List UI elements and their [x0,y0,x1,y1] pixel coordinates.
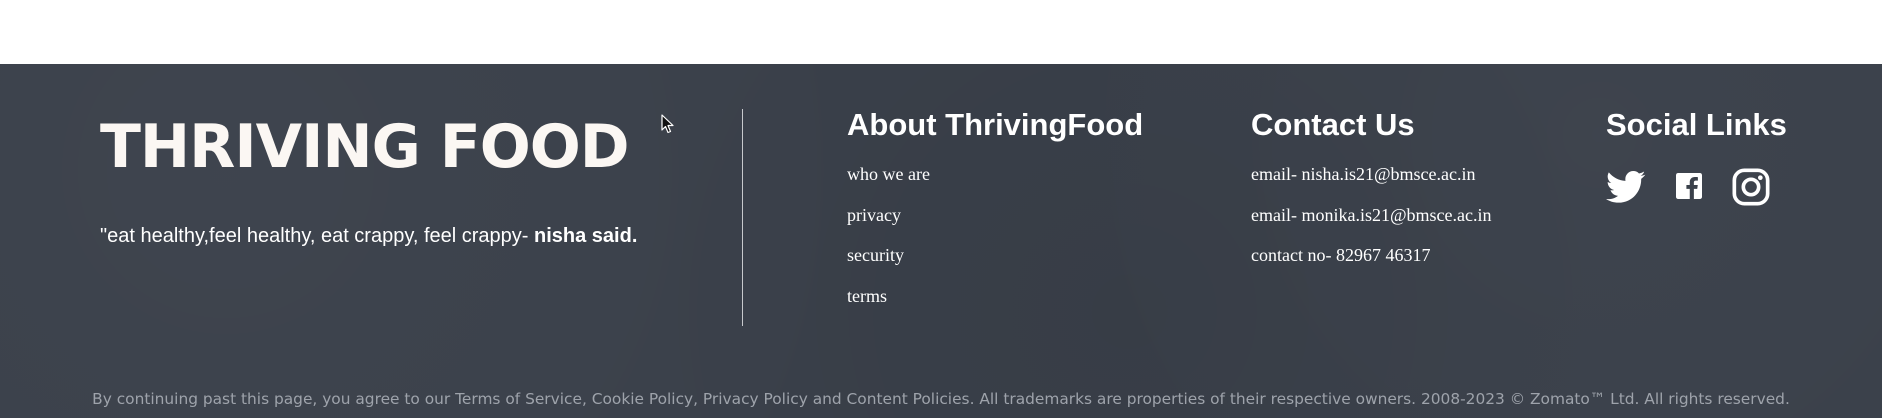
quote-author: nisha said. [534,225,638,247]
facebook-icon[interactable] [1676,173,1702,199]
link-security[interactable]: security [847,245,904,266]
brand-quote: "eat healthy,feel healthy, eat crappy, f… [100,225,637,248]
contact-phone: contact no- 82967 46317 [1251,245,1431,265]
contact-email-monika: email- monika.is21@bmsce.ac.in [1251,205,1492,225]
mouse-cursor-icon [661,114,674,134]
instagram-icon[interactable] [1731,167,1771,207]
quote-text: "eat healthy,feel healthy, eat crappy, f… [100,225,535,247]
link-terms[interactable]: terms [847,286,887,307]
legal-notice: By continuing past this page, you agree … [92,390,1790,408]
about-heading: About ThrivingFood [847,107,1144,142]
social-heading: Social Links [1606,107,1787,142]
twitter-icon[interactable] [1606,167,1646,207]
page-top-area [0,0,1882,64]
link-privacy[interactable]: privacy [847,205,901,226]
contact-heading: Contact Us [1251,107,1415,142]
contact-email-nisha: email- nisha.is21@bmsce.ac.in [1251,164,1476,184]
footer-divider [742,109,743,326]
brand-logo[interactable]: THRIVING FOOD [100,113,630,181]
link-who-we-are[interactable]: who we are [847,164,930,185]
